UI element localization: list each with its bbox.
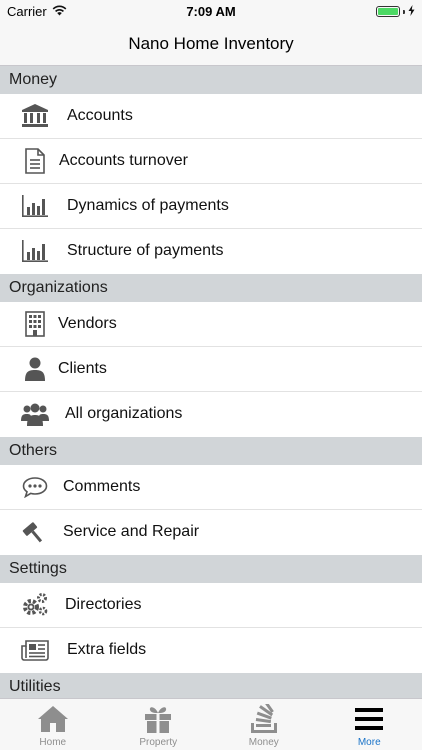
charging-bolt-icon: [408, 4, 415, 19]
battery-tip: [403, 9, 405, 14]
menu-item-clients[interactable]: Clients: [0, 347, 422, 392]
menu-item-dynamics-of-payments[interactable]: Dynamics of payments: [0, 184, 422, 229]
bank-icon: [20, 103, 50, 129]
menu-item-service-and-repair[interactable]: Service and Repair: [0, 510, 422, 555]
tab-more[interactable]: More: [317, 699, 422, 750]
status-right: [376, 4, 415, 19]
person-icon: [20, 356, 50, 382]
tab-bar: Home Property Money More: [0, 698, 422, 750]
menu-item-vendors[interactable]: Vendors: [0, 302, 422, 347]
menu-item-label: Extra fields: [67, 641, 147, 658]
section-header-utilities: Utilities: [0, 673, 422, 698]
menu-item-label: Accounts: [67, 107, 133, 124]
battery-icon: [376, 6, 400, 17]
menu-item-accounts[interactable]: Accounts: [0, 94, 422, 139]
tab-home[interactable]: Home: [0, 699, 106, 750]
tab-label: Home: [39, 737, 67, 748]
battery-fill: [378, 8, 398, 15]
bar-chart-icon: [20, 193, 50, 219]
menu-item-label: Service and Repair: [63, 523, 200, 540]
menu-item-comments[interactable]: Comments: [0, 465, 422, 510]
menu-item-label: Clients: [58, 360, 107, 377]
menu-item-label: Comments: [63, 478, 141, 495]
menu-item-label: Structure of payments: [67, 242, 224, 259]
document-icon: [20, 148, 50, 174]
gift-icon: [106, 704, 212, 734]
home-icon: [0, 704, 106, 734]
menu-item-label: All organizations: [65, 405, 183, 422]
status-bar: Carrier 7:09 AM: [0, 0, 422, 22]
stack-icon: [211, 704, 317, 734]
menu-item-label: Dynamics of payments: [67, 197, 229, 214]
section-header-others: Others: [0, 437, 422, 465]
tab-label: Property: [139, 737, 178, 748]
newspaper-icon: [20, 637, 50, 663]
section-header-settings: Settings: [0, 555, 422, 583]
menu-item-label: Directories: [65, 596, 142, 613]
status-time: 7:09 AM: [186, 4, 236, 19]
tab-property[interactable]: Property: [106, 699, 212, 750]
hammer-icon: [20, 519, 50, 545]
menu-item-accounts-turnover[interactable]: Accounts turnover: [0, 139, 422, 184]
menu-item-label: Accounts turnover: [59, 152, 188, 169]
group-icon: [20, 401, 50, 427]
menu-item-extra-fields[interactable]: Extra fields: [0, 628, 422, 673]
tab-money[interactable]: Money: [211, 699, 317, 750]
gears-icon: [20, 592, 50, 618]
menu-item-structure-of-payments[interactable]: Structure of payments: [0, 229, 422, 274]
menu-item-directories[interactable]: Directories: [0, 583, 422, 628]
section-header-money: Money: [0, 66, 422, 94]
tab-label: Money: [248, 737, 279, 748]
menu-list[interactable]: Money Accounts Accounts turnover Dynamic…: [0, 66, 422, 698]
building-icon: [20, 311, 50, 337]
section-header-organizations: Organizations: [0, 274, 422, 302]
page-title: Nano Home Inventory: [128, 34, 294, 53]
bar-chart-icon: [20, 238, 50, 264]
navigation-bar: Nano Home Inventory: [0, 22, 422, 66]
tab-label: More: [357, 737, 381, 748]
speech-bubble-icon: [20, 474, 50, 500]
menu-icon: [317, 704, 422, 734]
menu-item-label: Vendors: [58, 315, 117, 332]
menu-item-all-organizations[interactable]: All organizations: [0, 392, 422, 437]
